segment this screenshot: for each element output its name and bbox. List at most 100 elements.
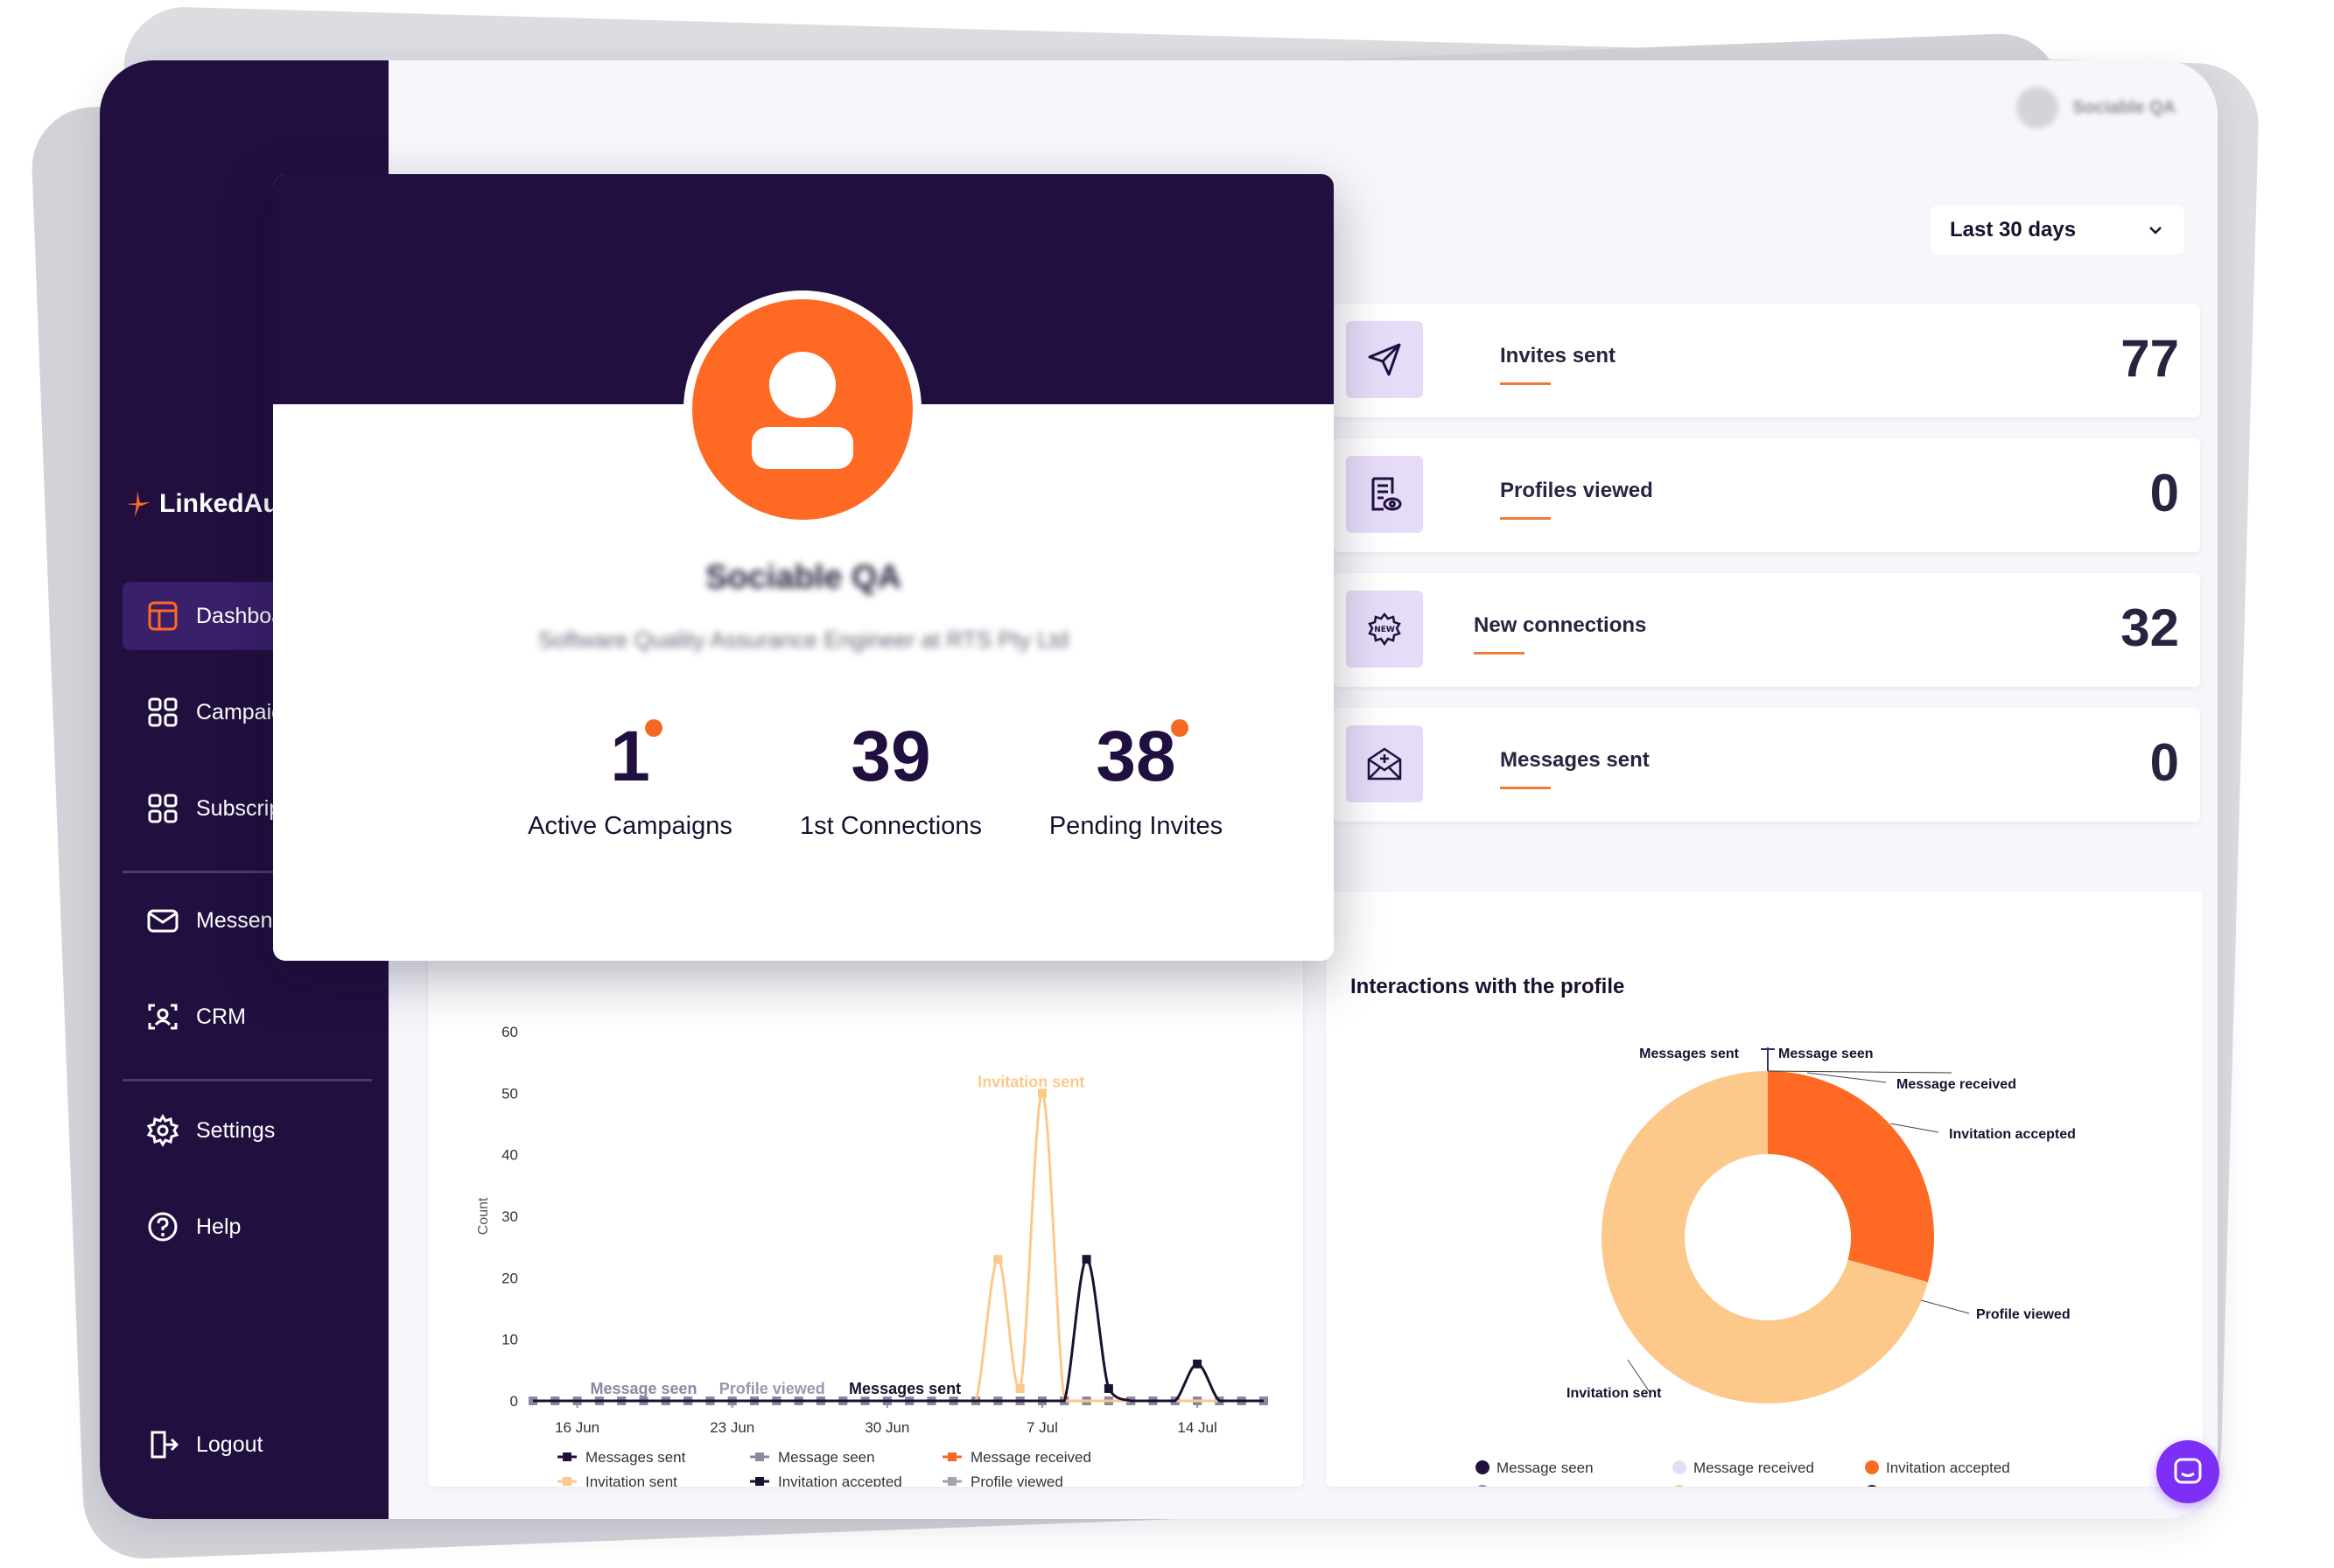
donut-label: Messages sent xyxy=(1639,1046,1740,1061)
profile-doc-icon xyxy=(1371,477,1402,511)
chat-icon xyxy=(2174,1458,2202,1484)
user-icon xyxy=(752,352,853,469)
x-tick-label: 16 Jun xyxy=(555,1419,599,1436)
y-tick-label: 60 xyxy=(501,1024,518,1040)
metric-label: Pending Invites xyxy=(1048,812,1223,840)
date-range-value: Last 30 days xyxy=(1950,218,2077,242)
legend-marker xyxy=(755,1452,764,1461)
stat-card-messages-sent: Messages sent 0 xyxy=(1334,708,2200,822)
profile-name: Sociable QA xyxy=(705,559,901,596)
legend-marker xyxy=(948,1477,957,1486)
x-tick-label: 7 Jul xyxy=(1027,1419,1058,1436)
data-point xyxy=(1193,1359,1202,1368)
legend-label: Invitation sent xyxy=(1693,1484,1785,1487)
brand-logo: LinkedAu xyxy=(123,489,279,519)
notification-dot xyxy=(1170,719,1188,737)
legend-marker xyxy=(1865,1460,1879,1474)
donut-label: Invitation sent xyxy=(1567,1386,1662,1401)
brand-name: LinkedAu xyxy=(159,489,279,518)
metric-value: 38 xyxy=(1096,717,1176,796)
annotation-label: Messages sent xyxy=(849,1380,961,1397)
new-badge-icon: NEW xyxy=(1368,612,1401,647)
envelope-plus-icon xyxy=(1367,747,1402,780)
help-icon xyxy=(148,1212,178,1242)
stat-value: 77 xyxy=(2120,329,2179,388)
metric-active-campaigns: 1 Active Campaigns xyxy=(490,719,770,841)
stat-underline xyxy=(1500,517,1551,520)
sidebar-item-label: Dashboa xyxy=(196,603,284,628)
sidebar-item-settings[interactable]: Settings xyxy=(123,1096,376,1165)
legend-marker xyxy=(1475,1460,1489,1474)
stat-label: Profiles viewed xyxy=(1500,479,1653,502)
legend-marker xyxy=(563,1452,571,1461)
stat-label: New connections xyxy=(1474,613,1647,637)
y-tick-label: 10 xyxy=(501,1332,518,1348)
sidebar-item-label: Help xyxy=(196,1214,242,1239)
contact-scan-icon xyxy=(148,1004,178,1030)
legend-label: Message seen xyxy=(778,1449,875,1466)
user-menu[interactable]: Sociable QA xyxy=(2016,87,2176,129)
data-point xyxy=(1015,1383,1025,1393)
sidebar-item-label: Campaig xyxy=(196,699,284,724)
data-point xyxy=(993,1255,1003,1264)
data-point xyxy=(1082,1255,1091,1264)
sidebar-item-crm[interactable]: CRM xyxy=(123,983,376,1051)
logout-icon xyxy=(151,1431,179,1459)
sidebar-item-label: Messeng xyxy=(196,907,285,933)
sidebar-item-label: Logout xyxy=(196,1432,263,1457)
stat-label: Invites sent xyxy=(1500,344,1616,368)
metric-value: 39 xyxy=(851,717,931,796)
y-tick-label: 50 xyxy=(501,1085,518,1102)
x-tick-label: 23 Jun xyxy=(710,1419,754,1436)
y-tick-label: 30 xyxy=(501,1208,518,1225)
notification-dot xyxy=(644,719,662,737)
stat-card-profiles-viewed: Profiles viewed 0 xyxy=(1334,438,2200,552)
chevron-down-icon xyxy=(2149,227,2162,234)
panel-title: Interactions with the profile xyxy=(1350,975,1625,998)
grid-icon xyxy=(148,794,178,823)
legend-marker xyxy=(948,1452,957,1461)
sidebar-item-logout[interactable]: Logout xyxy=(123,1410,376,1479)
stat-card-invites-sent: Invites sent 77 xyxy=(1334,304,2200,417)
grid-icon xyxy=(148,697,178,727)
date-range-select[interactable]: Last 30 days xyxy=(1931,206,2184,255)
stat-underline xyxy=(1500,787,1551,789)
activity-line-chart: 0 10 20 30 40 50 60 Count 16 Jun 23 Jun 30 Jun 7 Ju… xyxy=(476,1024,1268,1490)
gear-icon xyxy=(146,1114,179,1147)
y-axis-label: Count xyxy=(476,1197,491,1235)
stat-underline xyxy=(1474,652,1524,654)
legend-label: Invitation accepted xyxy=(1886,1460,2010,1476)
stat-icon-box xyxy=(1346,456,1423,533)
activity-line-chart-panel: 0 10 20 30 40 50 60 Count 16 Jun 23 Jun 30 Jun 7 Ju… xyxy=(428,892,1303,1490)
legend-label: Invitation sent xyxy=(585,1474,677,1487)
annotation-label: Profile viewed xyxy=(719,1380,825,1397)
donut-leader xyxy=(1767,1070,1952,1074)
stat-underline xyxy=(1500,382,1551,385)
legend-marker xyxy=(563,1477,571,1486)
profile-headline: Software Quality Assurance Engineer at R… xyxy=(537,626,1069,653)
stat-icon-box xyxy=(1346,725,1423,802)
stat-card-new-connections: NEW New connections 32 xyxy=(1334,573,2200,687)
donut-label: Message received xyxy=(1896,1077,2016,1092)
donut-label: Invitation accepted xyxy=(1949,1127,2076,1142)
legend-marker xyxy=(1672,1485,1686,1499)
legend-label: Messages sent xyxy=(1886,1484,1987,1487)
sidebar-item-help[interactable]: Help xyxy=(123,1193,376,1261)
legend-label: Message received xyxy=(1693,1460,1814,1476)
legend-label: Profile viewed xyxy=(971,1474,1063,1487)
support-chat-button[interactable] xyxy=(2156,1440,2219,1503)
interactions-donut-panel: Interactions with the profile Messages s… xyxy=(1326,892,2203,1501)
metric-label: 1st Connections xyxy=(800,812,982,840)
profile-card: Sociable QA Software Quality Assurance E… xyxy=(273,174,1334,961)
donut-slice xyxy=(1768,1071,1934,1283)
sidebar-divider xyxy=(123,1079,372,1082)
legend-label: Message received xyxy=(971,1449,1091,1466)
donut-label: Message seen xyxy=(1778,1046,1874,1061)
annotation-label: Message seen xyxy=(590,1380,697,1397)
avatar xyxy=(2016,87,2059,129)
stat-label: Messages sent xyxy=(1500,748,1650,772)
sidebar-item-label: CRM xyxy=(196,1004,246,1029)
sidebar-item-label: Settings xyxy=(196,1117,276,1143)
legend-label: Invitation accepted xyxy=(778,1474,902,1487)
mail-icon xyxy=(147,909,179,933)
